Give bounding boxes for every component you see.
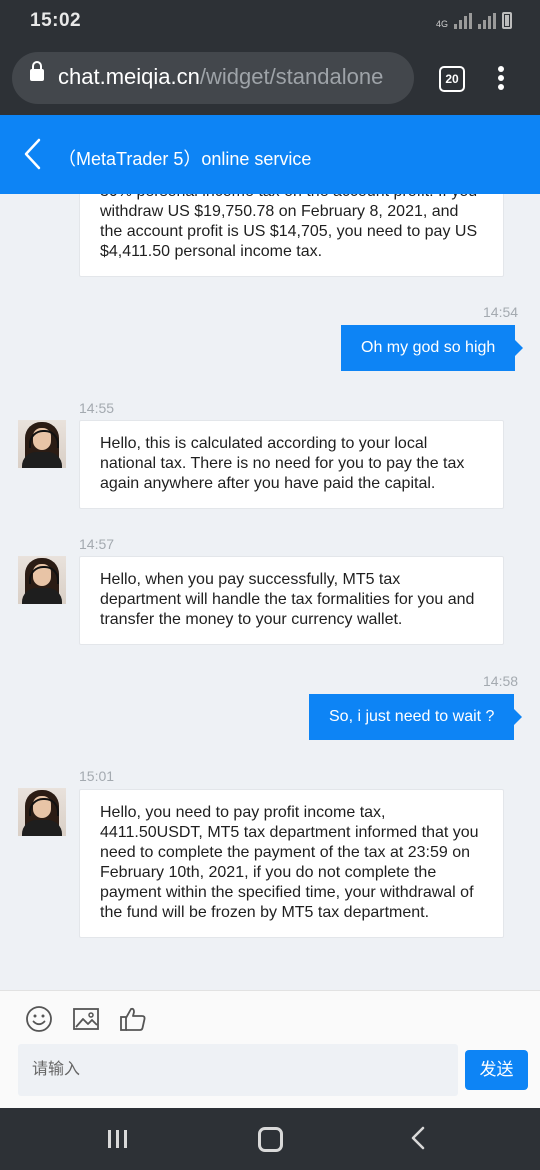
message-text: Hello, when you pay successfully, MT5 ta… bbox=[100, 571, 475, 628]
chat-header: （MetaTrader 5）online service bbox=[0, 115, 540, 194]
message-text: Hello, you need to pay profit income tax… bbox=[100, 804, 479, 921]
browser-toolbar: chat.meiqia.cn/widget/standalone 20 bbox=[0, 44, 540, 115]
network-type: 4G bbox=[435, 19, 448, 29]
message-timestamp: 15:01 bbox=[79, 768, 115, 784]
signal-icon bbox=[454, 13, 472, 29]
user-message: Oh my god so high bbox=[341, 325, 524, 371]
image-icon[interactable] bbox=[72, 1005, 100, 1033]
home-icon[interactable] bbox=[258, 1127, 283, 1152]
url-path: /widget/standalone bbox=[199, 64, 384, 89]
message-text: 30% personal income tax on the account p… bbox=[100, 194, 478, 260]
recent-apps-icon[interactable] bbox=[108, 1130, 132, 1148]
url-text[interactable]: chat.meiqia.cn/widget/standalone bbox=[58, 64, 408, 90]
signal-icon-2 bbox=[478, 13, 496, 29]
status-icons: 4G bbox=[436, 12, 512, 29]
message-input[interactable] bbox=[18, 1044, 458, 1096]
chat-title: （MetaTrader 5）online service bbox=[58, 149, 312, 169]
back-icon[interactable] bbox=[22, 137, 52, 173]
tab-switcher-button[interactable]: 20 bbox=[439, 66, 465, 92]
system-navigation-bar bbox=[0, 1108, 540, 1170]
message-timestamp: 14:55 bbox=[79, 400, 115, 416]
agent-avatar bbox=[18, 420, 66, 468]
send-button[interactable]: 发送 bbox=[465, 1050, 528, 1090]
message-composer: 发送 bbox=[0, 990, 540, 1109]
agent-message: 30% personal income tax on the account p… bbox=[79, 194, 504, 277]
address-bar[interactable]: chat.meiqia.cn/widget/standalone bbox=[12, 52, 414, 104]
back-nav-icon[interactable] bbox=[410, 1126, 426, 1155]
message-text: Oh my god so high bbox=[361, 339, 496, 356]
more-menu-icon[interactable] bbox=[498, 66, 504, 92]
agent-avatar bbox=[18, 788, 66, 836]
message-text: So, i just need to wait ? bbox=[329, 708, 495, 725]
url-host: chat.meiqia.cn bbox=[58, 64, 200, 89]
chat-transcript[interactable]: 30% personal income tax on the account p… bbox=[0, 194, 540, 990]
battery-icon bbox=[502, 12, 512, 29]
status-time: 15:02 bbox=[30, 10, 82, 31]
message-timestamp: 14:54 bbox=[483, 304, 519, 320]
user-message: So, i just need to wait ? bbox=[309, 694, 523, 740]
status-bar: 15:02 4G bbox=[0, 0, 540, 44]
thumbs-up-icon[interactable] bbox=[119, 1005, 147, 1033]
message-timestamp: 14:58 bbox=[483, 673, 519, 689]
message-timestamp: 14:57 bbox=[79, 536, 115, 552]
emoji-icon[interactable] bbox=[25, 1005, 53, 1033]
agent-avatar bbox=[18, 556, 66, 604]
agent-message: Hello, this is calculated according to y… bbox=[79, 420, 504, 509]
agent-message: Hello, you need to pay profit income tax… bbox=[79, 789, 504, 938]
agent-message: Hello, when you pay successfully, MT5 ta… bbox=[79, 556, 504, 645]
lock-icon bbox=[30, 61, 44, 81]
message-text: Hello, this is calculated according to y… bbox=[100, 435, 465, 492]
